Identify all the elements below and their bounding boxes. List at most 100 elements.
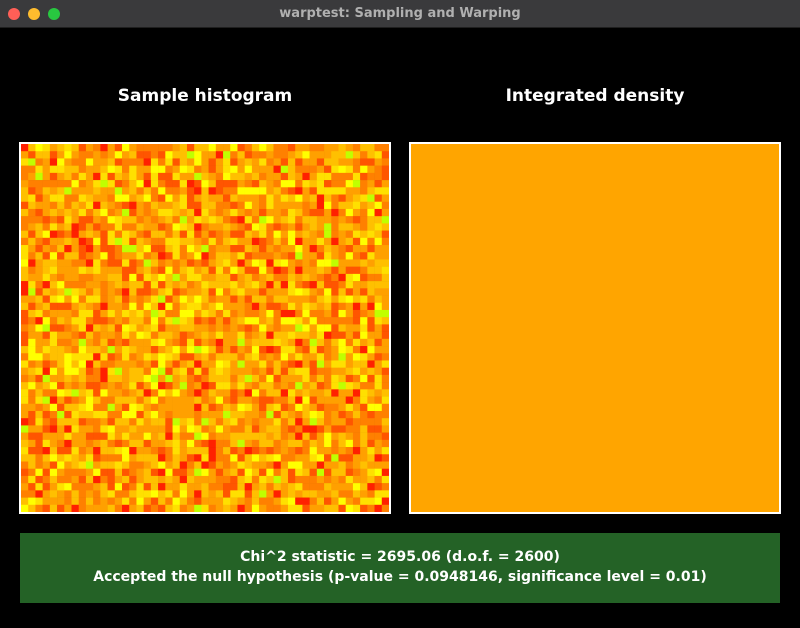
histogram-cell [165, 309, 173, 318]
histogram-cell [78, 237, 87, 246]
histogram-cell [273, 338, 282, 347]
histogram-cell [374, 454, 383, 462]
histogram-cell [49, 309, 58, 318]
histogram-cell [57, 317, 65, 325]
histogram-cell [302, 461, 310, 470]
histogram-cell [158, 461, 166, 470]
histogram-cell [172, 504, 181, 512]
histogram-cell [172, 216, 181, 224]
histogram-cell [64, 230, 72, 239]
histogram-cell [223, 266, 231, 275]
histogram-cell [381, 230, 389, 239]
histogram-cell [71, 230, 80, 239]
histogram-cell [331, 483, 339, 491]
histogram-cell [21, 490, 29, 498]
histogram-cell [367, 273, 375, 282]
histogram-cell [381, 338, 389, 347]
histogram-cell [172, 288, 181, 296]
title-bar[interactable]: warptest: Sampling and Warping [0, 0, 800, 28]
histogram-cell [136, 331, 144, 340]
histogram-cell [230, 425, 238, 433]
histogram-cell [71, 324, 80, 332]
histogram-cell [251, 144, 260, 152]
histogram-cell [28, 425, 36, 433]
histogram-cell [78, 259, 87, 267]
histogram-cell [338, 353, 347, 361]
histogram-cell [35, 208, 43, 217]
histogram-cell [266, 403, 274, 412]
histogram-cell [316, 425, 325, 433]
histogram-cell [57, 346, 65, 354]
histogram-cell [201, 194, 209, 203]
histogram-cell [230, 201, 238, 210]
histogram-cell [259, 158, 267, 166]
histogram-cell [309, 418, 318, 426]
histogram-cell [237, 425, 245, 433]
histogram-cell [28, 180, 36, 188]
histogram-cell [78, 324, 87, 332]
histogram-cell [165, 331, 173, 340]
histogram-cell [208, 425, 217, 433]
histogram-cell [352, 201, 361, 210]
histogram-cell [266, 331, 274, 340]
histogram-cell [280, 317, 289, 325]
histogram-cell [352, 165, 361, 174]
histogram-cell [287, 252, 296, 260]
histogram-cell [107, 468, 116, 477]
histogram-cell [107, 252, 116, 260]
histogram-cell [237, 172, 245, 181]
histogram-cell [107, 475, 116, 484]
histogram-cell [201, 475, 209, 484]
histogram-cell [194, 266, 202, 275]
histogram-cell [158, 309, 166, 318]
histogram-cell [338, 187, 347, 195]
histogram-cell [158, 447, 166, 455]
histogram-cell [129, 374, 137, 383]
histogram-cell [302, 165, 310, 174]
histogram-cell [259, 418, 267, 426]
histogram-cell [107, 504, 116, 512]
histogram-cell [71, 158, 80, 166]
histogram-cell [143, 367, 152, 376]
histogram-cell [136, 389, 144, 397]
histogram-cell [57, 245, 65, 253]
histogram-cell [237, 273, 245, 282]
histogram-cell [122, 410, 130, 419]
histogram-cell [78, 360, 87, 368]
histogram-cell [201, 180, 209, 188]
histogram-cell [273, 454, 282, 462]
histogram-cell [35, 454, 43, 462]
histogram-cell [223, 504, 231, 512]
histogram-cell [42, 439, 51, 448]
histogram-cell [179, 216, 188, 224]
histogram-cell [114, 468, 123, 477]
histogram-cell [215, 144, 224, 152]
histogram-cell [345, 447, 354, 455]
histogram-cell [223, 273, 231, 282]
histogram-cell [302, 475, 310, 484]
histogram-cell [165, 302, 173, 311]
histogram-cell [273, 144, 282, 152]
histogram-cell [85, 439, 94, 448]
histogram-cell [251, 302, 260, 311]
histogram-cell [280, 353, 289, 361]
histogram-cell [352, 273, 361, 282]
histogram-cell [345, 302, 354, 311]
histogram-cell [93, 490, 101, 498]
histogram-cell [194, 194, 202, 203]
histogram-cell [215, 194, 224, 203]
histogram-cell [302, 346, 310, 354]
histogram-cell [186, 418, 195, 426]
histogram-cell [360, 346, 368, 354]
histogram-cell [158, 432, 166, 441]
histogram-cell [21, 338, 29, 347]
histogram-cell [136, 432, 144, 441]
histogram-cell [316, 259, 325, 267]
histogram-cell [78, 439, 87, 448]
histogram-cell [42, 208, 51, 217]
histogram-cell [143, 475, 152, 484]
histogram-cell [186, 309, 195, 318]
histogram-cell [374, 223, 383, 231]
histogram-cell [345, 396, 354, 405]
histogram-cell [259, 273, 267, 282]
